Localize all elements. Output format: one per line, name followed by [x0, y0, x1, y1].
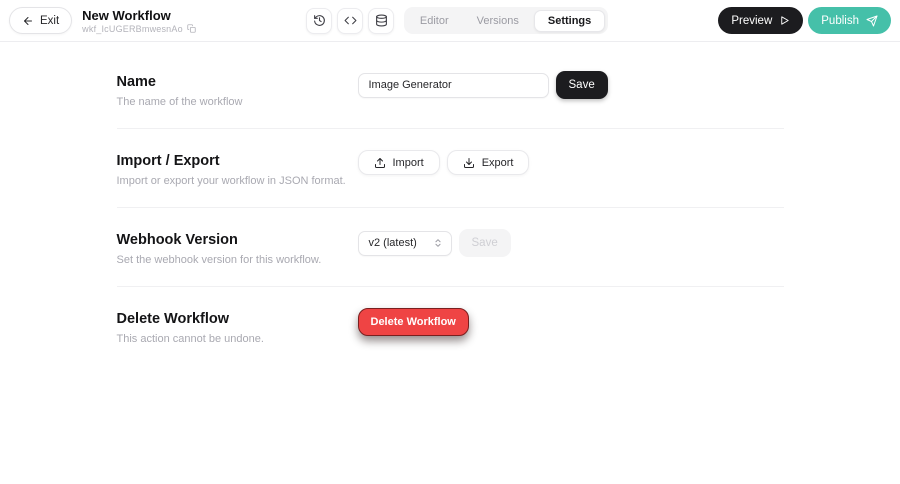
preview-button[interactable]: Preview	[718, 7, 804, 34]
section-webhook-version: Webhook Version Set the webhook version …	[116, 208, 784, 287]
import-export-title: Import / Export	[116, 153, 220, 169]
webhook-version-select[interactable]: v2 (latest)	[357, 230, 452, 256]
publish-label: Publish	[821, 14, 859, 27]
download-icon	[463, 157, 475, 169]
arrow-left-icon	[22, 15, 34, 27]
tab-settings[interactable]: Settings	[533, 9, 606, 32]
database-button[interactable]	[368, 7, 395, 34]
upload-icon	[374, 157, 386, 169]
webhook-save-button[interactable]: Save	[458, 229, 511, 257]
history-icon	[313, 14, 326, 27]
send-icon	[866, 15, 878, 27]
top-bar: Exit New Workflow wkf_IcUGERBmwesnAo Edi…	[0, 0, 900, 42]
name-save-button[interactable]: Save	[555, 71, 608, 99]
tab-editor[interactable]: Editor	[407, 10, 462, 32]
history-button[interactable]	[306, 7, 333, 34]
delete-section-title: Delete Workflow	[116, 311, 230, 327]
webhook-version-value: v2 (latest)	[368, 237, 417, 249]
page-title: New Workflow	[82, 7, 171, 23]
exit-label: Exit	[40, 14, 60, 27]
code-icon	[344, 14, 357, 27]
export-label: Export	[481, 156, 514, 169]
export-button[interactable]: Export	[446, 150, 530, 175]
header-right: Preview Publish	[718, 7, 891, 34]
header-left: Exit New Workflow wkf_IcUGERBmwesnAo	[9, 7, 196, 34]
database-icon	[375, 14, 388, 27]
webhook-version-title: Webhook Version	[116, 232, 238, 248]
copy-icon[interactable]	[187, 24, 196, 33]
import-export-description: Import or export your workflow in JSON f…	[116, 175, 346, 187]
delete-section-description: This action cannot be undone.	[116, 333, 264, 345]
chevrons-up-down-icon	[433, 238, 443, 248]
section-delete-workflow: Delete Workflow This action cannot be un…	[117, 287, 784, 365]
delete-workflow-button[interactable]: Delete Workflow	[357, 308, 469, 336]
code-button[interactable]	[337, 7, 364, 34]
tab-versions[interactable]: Versions	[464, 10, 532, 32]
import-button[interactable]: Import	[357, 150, 440, 175]
section-import-export: Import / Export Import or export your wo…	[116, 129, 784, 208]
workflow-id: wkf_IcUGERBmwesnAo	[82, 23, 183, 34]
header-center: Editor Versions Settings	[306, 7, 608, 34]
settings-panel: Name The name of the workflow Save Impor…	[116, 42, 784, 365]
name-section-title: Name	[116, 74, 157, 90]
workflow-title-block: New Workflow wkf_IcUGERBmwesnAo	[82, 8, 196, 34]
webhook-version-description: Set the webhook version for this workflo…	[116, 254, 322, 266]
workflow-name-input[interactable]	[357, 72, 549, 98]
section-name: Name The name of the workflow Save	[116, 42, 784, 129]
play-icon	[779, 15, 790, 26]
preview-label: Preview	[731, 14, 773, 27]
publish-button[interactable]: Publish	[808, 7, 891, 34]
view-tabs: Editor Versions Settings	[404, 7, 608, 34]
name-section-description: The name of the workflow	[116, 96, 243, 108]
import-label: Import	[392, 156, 424, 169]
exit-button[interactable]: Exit	[9, 7, 73, 34]
